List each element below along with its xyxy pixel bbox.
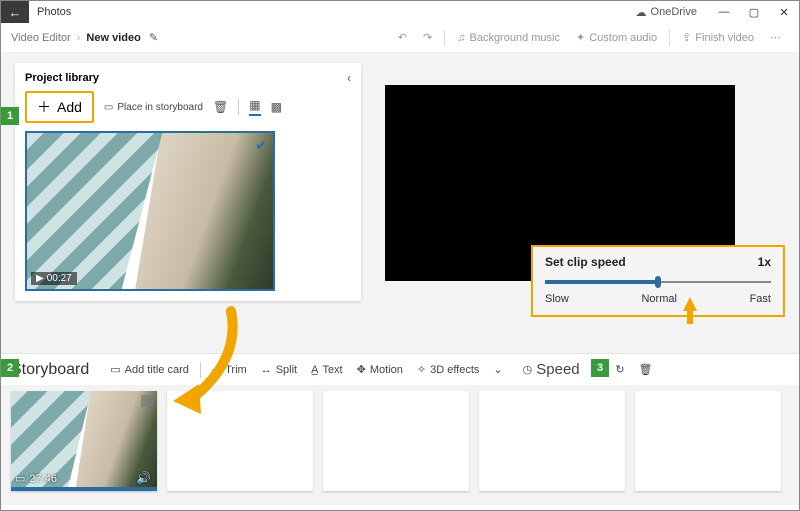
arrow-left-icon: ← [9,5,22,20]
onedrive-status[interactable]: ☁ OneDrive [636,6,697,19]
duration-icon: ▭ [15,472,25,485]
cloud-icon: ☁ [636,6,647,19]
speed-slider[interactable] [545,275,771,289]
annotation-arrow-up [683,297,697,311]
divider [200,362,201,378]
clip-select-box[interactable] [141,395,153,407]
storyboard-strip: ▭27.46 🔊 [1,385,799,505]
music-icon: ♫ [457,32,465,44]
project-library-panel: Project library ‹ ＋ Add ▭ Place in story… [15,63,361,301]
trim-button[interactable]: ⇥Trim [212,363,247,376]
delete-clip-button[interactable]: 🗑 [639,363,653,376]
divider [238,99,239,115]
library-thumbnail[interactable]: ✔ ▶ 00:27 [25,131,275,291]
minimize-icon: — [719,6,730,18]
onedrive-label: OneDrive [651,6,697,18]
speed-fast-label: Fast [750,293,771,305]
storyboard-title: Storyboard [11,361,89,379]
divider [669,30,670,46]
export-icon: ⇪ [682,31,691,44]
storyboard-icon: ▭ [104,102,113,113]
motion-icon: ✥ [357,363,366,376]
speed-normal-label: Normal [641,293,676,305]
breadcrumb-bar: Video Editor › New video ✎ ↶ ↷ ♫Backgrou… [1,23,799,53]
title-bar: ← Photos ☁ OneDrive — ▢ ✕ [1,1,799,23]
app-title: Photos [37,6,71,18]
trash-icon: 🗑 [639,363,653,376]
collapse-button[interactable]: ‹ [347,71,351,85]
storyboard-empty-slot[interactable] [635,391,781,491]
speed-icon: ◷ [523,363,533,376]
breadcrumb-root[interactable]: Video Editor [11,32,71,44]
background-music-button[interactable]: ♫Background music [457,32,560,44]
trim-icon: ⇥ [212,363,221,376]
storyboard-empty-slot[interactable] [479,391,625,491]
annotation-dot-3: 3 [591,359,609,377]
speed-slow-label: Slow [545,293,569,305]
custom-audio-button[interactable]: ✦Custom audio [576,31,657,44]
storyboard-empty-slot[interactable] [323,391,469,491]
duration-badge: ▶ 00:27 [31,272,77,285]
filters-button[interactable]: ⌄ [493,363,502,376]
annotation-dot-2: 2 [1,359,19,377]
storyboard-toolbar: Storyboard ▭Add title card ⇥Trim ↔Split … [1,353,799,385]
plus-icon: ＋ [37,97,51,117]
breadcrumb-current[interactable]: New video [86,32,140,44]
library-title: Project library [25,72,99,84]
speed-popup-title: Set clip speed [545,255,626,269]
add-title-card-button[interactable]: ▭Add title card [110,363,189,376]
text-icon: A̲ [311,364,318,376]
add-label: Add [57,99,82,115]
clip-timebar [11,487,157,491]
delete-button[interactable]: 🗑 [213,100,228,114]
more-icon: ⋯ [770,31,781,44]
storyboard-clip[interactable]: ▭27.46 🔊 [11,391,157,491]
maximize-icon: ▢ [749,6,759,19]
close-icon: ✕ [779,6,788,19]
text-button[interactable]: A̲Text [311,364,343,376]
close-button[interactable]: ✕ [769,1,799,23]
add-button[interactable]: ＋ Add [25,91,94,123]
3d-effects-button[interactable]: ✧3D effects [417,363,480,376]
clip-duration: ▭27.46 [15,472,57,485]
filter-icon: ⌄ [493,363,502,376]
view-grid-small-button[interactable]: ▩ [271,100,282,114]
maximize-button[interactable]: ▢ [739,1,769,23]
selected-check-icon: ✔ [255,137,267,154]
audio-icon: ✦ [576,31,585,44]
speed-popup: Set clip speed 1x Slow Normal Fast [531,245,785,317]
clip-volume-button[interactable]: 🔊 [136,471,151,485]
annotation-dot-1: 1 [1,107,19,125]
back-button[interactable]: ← [1,1,29,23]
card-icon: ▭ [110,363,120,376]
redo-icon: ↷ [423,31,432,44]
undo-button[interactable]: ↶ [398,31,407,44]
slider-fill [545,280,658,284]
main-area: Project library ‹ ＋ Add ▭ Place in story… [1,53,799,353]
slider-thumb[interactable] [655,276,661,288]
more-button[interactable]: ⋯ [770,31,781,44]
speed-value: 1x [758,255,771,269]
chevron-right-icon: › [77,32,81,44]
view-grid-large-button[interactable]: ▦ [249,98,260,116]
minimize-button[interactable]: — [709,1,739,23]
finish-video-button[interactable]: ⇪Finish video [682,31,754,44]
redo-button[interactable]: ↷ [423,31,432,44]
sparkle-icon: ✧ [417,363,426,376]
rotate-icon: ↻ [615,363,624,376]
speed-button[interactable]: ◷Speed [523,361,580,378]
rotate-button[interactable]: ↻ [615,363,624,376]
place-in-storyboard-button[interactable]: ▭ Place in storyboard [104,102,203,113]
thumbnail-image [27,133,273,289]
play-icon: ▶ [36,273,44,284]
split-button[interactable]: ↔Split [261,364,297,376]
rename-button[interactable]: ✎ [149,31,158,44]
storyboard-empty-slot[interactable] [167,391,313,491]
divider [444,30,445,46]
motion-button[interactable]: ✥Motion [357,363,403,376]
split-icon: ↔ [261,364,272,376]
undo-icon: ↶ [398,31,407,44]
